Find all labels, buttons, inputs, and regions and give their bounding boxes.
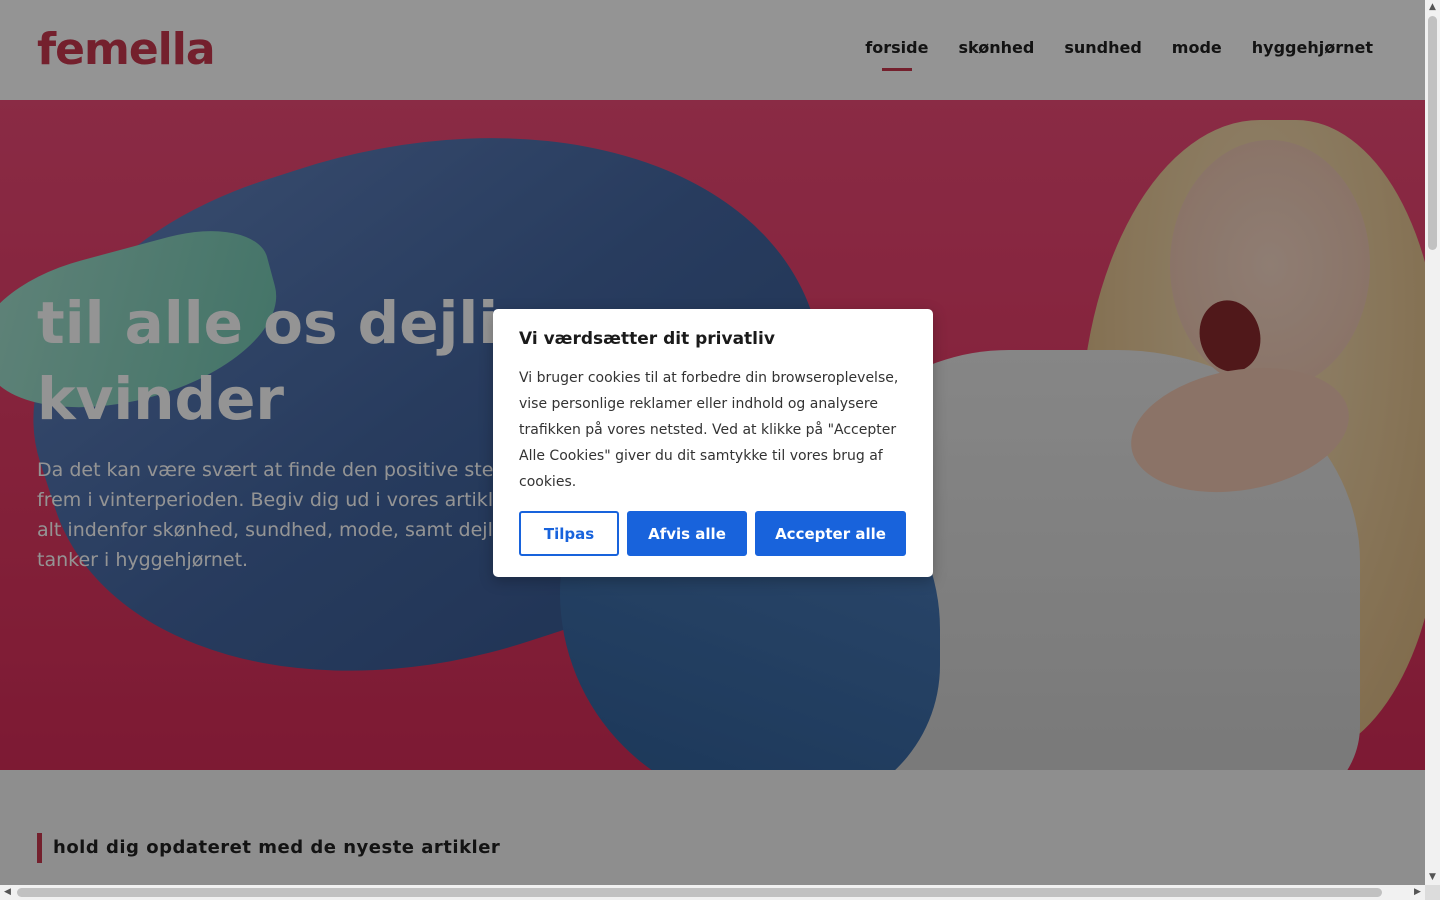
arrow-down-icon[interactable]: ▼ — [1425, 870, 1440, 885]
cookie-dialog-text: Vi bruger cookies til at forbedre din br… — [519, 370, 899, 490]
vertical-scroll-thumb[interactable] — [1428, 16, 1437, 250]
cookie-dialog-title: Vi værdsætter dit privatliv — [519, 329, 775, 349]
scrollbar-corner — [1425, 885, 1440, 900]
reject-all-button[interactable]: Afvis alle — [627, 511, 747, 556]
arrow-right-icon[interactable]: ▶ — [1410, 885, 1425, 900]
cookie-overlay: Vi værdsætter dit privatliv Vi bruger co… — [0, 0, 1425, 885]
arrow-left-icon[interactable]: ◀ — [0, 885, 15, 900]
customize-button[interactable]: Tilpas — [519, 511, 619, 556]
arrow-up-icon[interactable]: ▲ — [1425, 0, 1440, 15]
horizontal-scroll-thumb[interactable] — [17, 888, 1382, 897]
vertical-scrollbar[interactable]: ▲ ▼ — [1425, 0, 1440, 885]
horizontal-scrollbar[interactable]: ◀ ▶ — [0, 885, 1425, 900]
accept-all-button[interactable]: Accepter alle — [755, 511, 906, 556]
cookie-consent-dialog: Vi værdsætter dit privatliv Vi bruger co… — [493, 309, 933, 577]
